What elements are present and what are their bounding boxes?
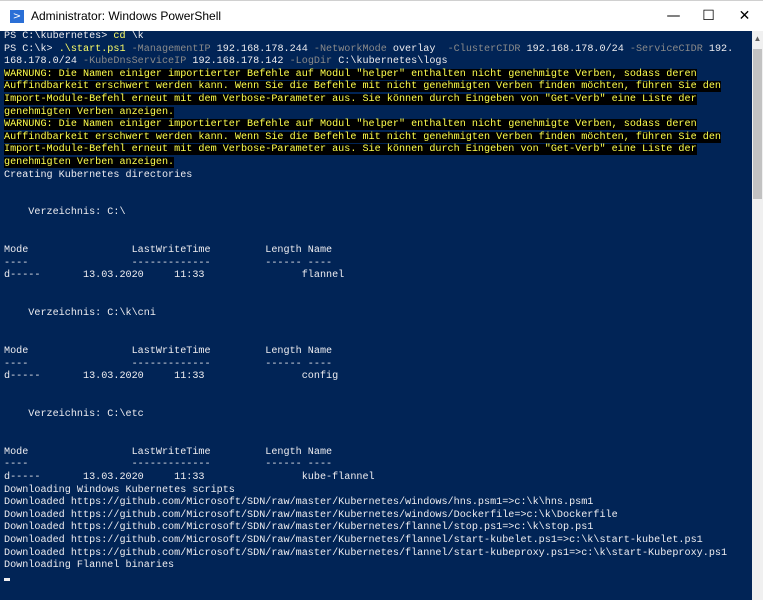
console-text: Downloaded https://github.com/Microsoft/… <box>4 522 594 534</box>
parameter-name: -LogDir <box>283 56 333 68</box>
console-line: genehmigten Verben anzeigen. <box>4 157 175 170</box>
console-line: Downloading Flannel binaries <box>4 560 174 573</box>
window-title: Administrator: Windows PowerShell <box>31 9 222 23</box>
console-line: Downloaded https://github.com/Microsoft/… <box>4 497 593 510</box>
console-text: \k <box>125 31 144 42</box>
parameter-name: -ManagementIP <box>125 43 211 55</box>
console-text: 192.168.178.0/24 <box>520 43 624 55</box>
console-line: ---- ------------- ------ ---- <box>4 359 332 372</box>
parameter-name: -NetworkMode <box>307 43 387 55</box>
console-text: .\start.ps1 <box>58 43 126 55</box>
parameter-name: -KubeDnsServiceIP <box>76 56 187 68</box>
warning-text: WARNUNG: Die Namen einiger importierter … <box>4 68 697 80</box>
console-text: d----- 13.03.2020 11:33 config <box>4 371 339 383</box>
console-text: Downloading Flannel binaries <box>4 560 175 572</box>
parameter-name: -ClusterCIDR <box>441 43 521 55</box>
console-text: Mode LastWriteTime Length Name <box>4 446 333 458</box>
console-text: Verzeichnis: C:\k\cni <box>4 308 156 320</box>
console-line: WARNUNG: Die Namen einiger importierter … <box>4 68 697 82</box>
scroll-up-icon[interactable]: ▲ <box>752 31 763 47</box>
console-line: PS C:\kubernetes> cd \k <box>4 31 144 44</box>
console-line: d----- 13.03.2020 11:33 config <box>4 371 338 384</box>
text-cursor <box>4 578 10 581</box>
warning-text: Import-Module-Befehl erneut mit dem Verb… <box>4 144 697 156</box>
console-text: Downloading Windows Kubernetes scripts <box>4 484 235 496</box>
console-line: Downloaded https://github.com/Microsoft/… <box>4 522 593 535</box>
console-line: Downloaded https://github.com/Microsoft/… <box>4 510 618 523</box>
console-line: Downloading Windows Kubernetes scripts <box>4 485 235 498</box>
console-output[interactable]: PS C:\kubernetes> cd \k PS C:\k> .\start.… <box>0 31 752 600</box>
console-line: Auffindbarkeit erschwert werden kann. We… <box>4 81 721 94</box>
console-line: d----- 13.03.2020 11:33 flannel <box>4 270 344 283</box>
warning-text: Auffindbarkeit erschwert werden kann. We… <box>4 81 721 93</box>
warning-text: WARNUNG: Die Namen einiger importierter … <box>4 119 697 131</box>
console-text: Mode LastWriteTime Length Name <box>4 245 333 257</box>
vertical-scrollbar[interactable]: ▲ <box>752 31 763 600</box>
console-line: ---- ------------- ------ ---- <box>4 258 332 271</box>
warning-text: genehmigten Verben anzeigen. <box>4 106 175 118</box>
console-text: ---- ------------- ------ ---- <box>4 358 333 370</box>
console-text: Verzeichnis: C:\ <box>4 207 126 219</box>
console-line: Downloaded https://github.com/Microsoft/… <box>4 535 703 548</box>
console-line: d----- 13.03.2020 11:33 kube-flannel <box>4 472 375 485</box>
console-line: Import-Module-Befehl erneut mit dem Verb… <box>4 144 697 157</box>
console-line: Import-Module-Befehl erneut mit dem Verb… <box>4 94 697 107</box>
console-text: Downloaded https://github.com/Microsoft/… <box>4 535 703 546</box>
console-line: WARNUNG: Die Namen einiger importierter … <box>4 119 697 132</box>
console-text: d----- 13.03.2020 11:33 flannel <box>4 270 345 282</box>
warning-text: Auffindbarkeit erschwert werden kann. We… <box>4 131 721 143</box>
scrollbar-thumb[interactable] <box>753 49 762 199</box>
console-text: 168.178.0/24 <box>4 56 77 68</box>
close-button[interactable]: ✕ <box>722 1 763 32</box>
console-text: overlay <box>386 43 442 55</box>
console-text: d----- 13.03.2020 11:33 kube-flannel <box>4 472 375 483</box>
console-line: Auffindbarkeit erschwert werden kann. We… <box>4 131 721 145</box>
console-text: 192.168.178.142 <box>186 56 284 68</box>
console-text: 192.168.178.244 <box>210 43 308 55</box>
warning-text: genehmigten Verben anzeigen. <box>4 157 175 168</box>
parameter-name: -ServiceCIDR <box>623 43 703 55</box>
console-text: Mode LastWriteTime Length Name <box>4 346 333 357</box>
powershell-icon: > <box>10 10 24 23</box>
console-line: genehmigten Verben anzeigen. <box>4 106 175 120</box>
console-line: PS C:\k> .\start.ps1 -ManagementIP 192.1… <box>4 44 733 57</box>
console-line: 168.178.0/24 -KubeDnsServiceIP 192.168.1… <box>4 56 448 69</box>
console-text: PS C:\kubernetes> <box>4 31 114 42</box>
console-line: Mode LastWriteTime Length Name <box>4 245 332 258</box>
console-text: ---- ------------- ------ ---- <box>4 257 333 269</box>
console-text: Downloaded https://github.com/Microsoft/… <box>4 509 618 521</box>
console-text: Verzeichnis: C:\etc <box>4 409 144 420</box>
title-bar[interactable]: > Administrator: Windows PowerShell — ☐ … <box>0 0 763 31</box>
console-text: PS C:\k> <box>4 43 59 55</box>
warning-text: Import-Module-Befehl erneut mit dem Verb… <box>4 94 697 105</box>
console-text: cd <box>113 31 126 42</box>
console-line: Downloaded https://github.com/Microsoft/… <box>4 548 727 561</box>
console-line: Verzeichnis: C:\k\cni <box>4 308 156 321</box>
console-text: Downloaded https://github.com/Microsoft/… <box>4 547 728 559</box>
console-text: Creating Kubernetes directories <box>4 169 193 181</box>
console-line: Mode LastWriteTime Length Name <box>4 447 332 460</box>
console-line: ---- ------------- ------ ---- <box>4 459 332 472</box>
console-line: Verzeichnis: C:\ <box>4 207 126 220</box>
console-line: Verzeichnis: C:\etc <box>4 409 144 422</box>
console-line: Creating Kubernetes directories <box>4 170 192 183</box>
console-text: C:\kubernetes\logs <box>332 56 448 68</box>
console-text: 192. <box>702 43 734 55</box>
console-text: ---- ------------- ------ ---- <box>4 459 333 471</box>
console-line: Mode LastWriteTime Length Name <box>4 346 332 359</box>
console-text: Downloaded https://github.com/Microsoft/… <box>4 497 594 509</box>
